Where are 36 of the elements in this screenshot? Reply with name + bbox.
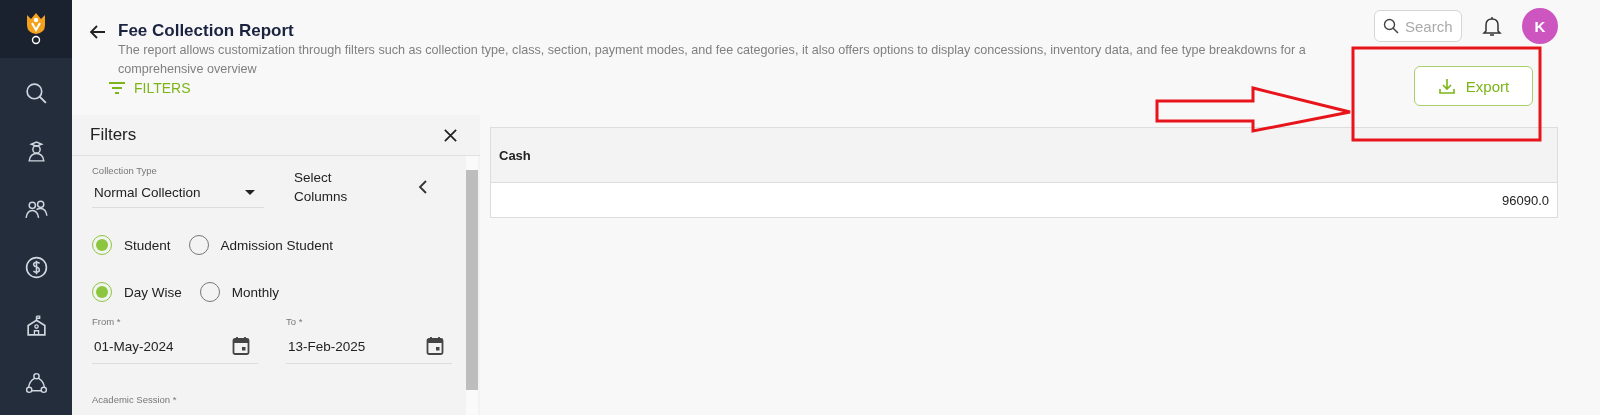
dropdown-caret-icon (244, 188, 256, 197)
chevron-left-icon[interactable] (418, 179, 428, 194)
search-icon (1383, 18, 1399, 34)
radio-option[interactable]: Day Wise (92, 282, 182, 302)
select-columns-label: Select Columns (294, 168, 349, 206)
close-icon[interactable] (443, 127, 458, 143)
scrollbar[interactable] (466, 156, 478, 415)
table-cell: 96090.0 (490, 182, 1558, 218)
panel-title: Filters (90, 125, 137, 145)
date-value: 01-May-2024 (94, 338, 174, 354)
date-value: 13-Feb-2025 (288, 338, 366, 354)
column-header: Cash (490, 127, 1558, 183)
date-field[interactable]: To * 13-Feb-2025 (286, 316, 452, 364)
search-field[interactable]: Search (1374, 10, 1462, 42)
select-value: Normal Collection (94, 185, 201, 200)
radio-option[interactable]: Monthly (199, 282, 280, 302)
dollar-icon[interactable] (23, 255, 49, 280)
page-description: The report allows customization through filters such as collection type, class, section, payment modes, and fee categories, it also offers options to display concessions, inventory data, and fee type breakdowns for a comprehensive overview (118, 42, 1307, 78)
calendar-icon[interactable] (426, 336, 444, 356)
field-label: From * (92, 316, 122, 327)
field-label: Academic Session * (92, 394, 178, 405)
download-icon (1437, 77, 1456, 95)
user-avatar[interactable]: K (1522, 8, 1558, 44)
field-label: To * (286, 316, 304, 327)
bell-icon[interactable] (1480, 14, 1504, 38)
date-field[interactable]: From * 01-May-2024 (92, 316, 258, 364)
collection-type-select[interactable]: Collection Type Normal Collection (92, 165, 264, 208)
radio-option[interactable]: Student (92, 235, 171, 255)
page-title: Fee Collection Report (118, 21, 295, 41)
network-icon[interactable] (23, 371, 49, 396)
radio-option[interactable]: Admission Student (188, 235, 334, 255)
field-label: Collection Type (92, 165, 158, 176)
search-icon[interactable] (23, 81, 49, 106)
calendar-icon[interactable] (232, 336, 250, 356)
tulip-logo-icon (25, 11, 47, 47)
filter-icon (108, 81, 126, 95)
